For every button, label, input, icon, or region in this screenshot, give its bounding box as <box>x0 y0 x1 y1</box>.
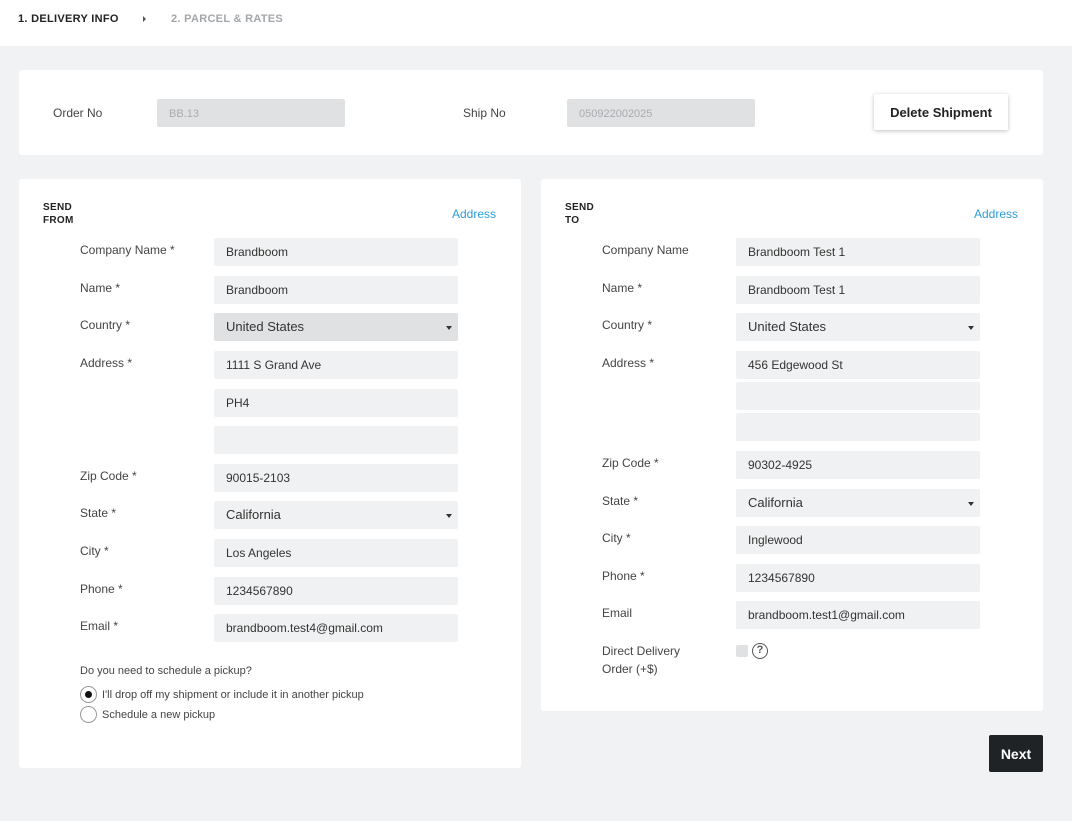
direct-delivery-label: Direct Delivery Order (+$) <box>602 642 680 678</box>
send-to-title: SEND TO <box>565 201 594 227</box>
send-from-title-line1: SEND <box>43 202 72 213</box>
help-icon[interactable]: ? <box>752 643 768 659</box>
from-city-label: City * <box>80 544 109 558</box>
chevron-down-icon <box>446 514 452 518</box>
to-state-label: State * <box>602 494 639 508</box>
from-address2-input[interactable] <box>214 389 458 417</box>
from-state-select[interactable]: California <box>214 501 458 529</box>
send-from-address-link[interactable]: Address <box>452 207 496 221</box>
to-name-label: Name * <box>602 281 643 295</box>
radio-selected-icon[interactable] <box>80 686 97 703</box>
ship-no-field: 050922002025 <box>567 99 755 127</box>
from-company-label: Company Name * <box>80 243 175 257</box>
order-card: Order No BB.13 Ship No 050922002025 Dele… <box>19 70 1043 155</box>
pickup-option-dropoff-label: I'll drop off my shipment or include it … <box>102 688 364 701</box>
to-address1-input[interactable] <box>736 351 980 379</box>
from-phone-input[interactable] <box>214 577 458 605</box>
from-company-input[interactable] <box>214 238 458 266</box>
from-zip-input[interactable] <box>214 464 458 492</box>
pickup-option-schedule[interactable]: Schedule a new pickup <box>80 706 215 723</box>
step-delivery-info[interactable]: 1. DELIVERY INFO <box>18 13 119 25</box>
pickup-option-dropoff[interactable]: I'll drop off my shipment or include it … <box>80 686 364 703</box>
chevron-down-icon <box>968 502 974 506</box>
order-no-label: Order No <box>53 106 103 120</box>
to-country-select[interactable]: United States <box>736 313 980 341</box>
to-address2-input[interactable] <box>736 382 980 410</box>
direct-delivery-label-line1: Direct Delivery <box>602 644 681 658</box>
to-company-input[interactable] <box>736 238 980 266</box>
from-name-input[interactable] <box>214 276 458 304</box>
step-bar: 1. DELIVERY INFO 2. PARCEL & RATES <box>0 0 1072 46</box>
from-state-value: California <box>226 507 281 522</box>
send-from-card: SEND FROM Address Company Name * Name * … <box>19 179 521 768</box>
to-zip-input[interactable] <box>736 451 980 479</box>
to-phone-label: Phone * <box>602 569 645 583</box>
from-country-value: United States <box>226 319 305 334</box>
to-address3-input[interactable] <box>736 413 980 441</box>
send-to-card: SEND TO Address Company Name Name * Coun… <box>541 179 1043 711</box>
to-city-label: City * <box>602 531 631 545</box>
radio-unselected-icon[interactable] <box>80 706 97 723</box>
send-to-title-line2: TO <box>565 215 580 226</box>
to-zip-label: Zip Code * <box>602 456 659 470</box>
from-address1-input[interactable] <box>214 351 458 379</box>
to-address-label: Address * <box>602 356 655 370</box>
to-state-select[interactable]: California <box>736 489 980 517</box>
from-phone-label: Phone * <box>80 582 123 596</box>
delete-shipment-button[interactable]: Delete Shipment <box>874 94 1008 130</box>
send-from-title: SEND FROM <box>43 201 74 227</box>
to-country-label: Country * <box>602 318 653 332</box>
send-to-title-line1: SEND <box>565 202 594 213</box>
to-email-input[interactable] <box>736 601 980 629</box>
chevron-down-icon <box>968 326 974 330</box>
from-country-select[interactable]: United States <box>214 313 458 341</box>
from-zip-label: Zip Code * <box>80 469 137 483</box>
to-city-input[interactable] <box>736 526 980 554</box>
direct-delivery-label-line2: Order (+$) <box>602 662 658 676</box>
from-email-label: Email * <box>80 619 119 633</box>
order-no-field: BB.13 <box>157 99 345 127</box>
send-from-title-line2: FROM <box>43 215 74 226</box>
to-name-input[interactable] <box>736 276 980 304</box>
chevron-down-icon <box>446 326 452 330</box>
send-to-address-link[interactable]: Address <box>974 207 1018 221</box>
step-parcel-rates[interactable]: 2. PARCEL & RATES <box>171 13 283 25</box>
from-address3-input[interactable] <box>214 426 458 454</box>
to-country-value: United States <box>748 319 827 334</box>
from-country-label: Country * <box>80 318 131 332</box>
pickup-option-schedule-label: Schedule a new pickup <box>102 708 216 721</box>
to-phone-input[interactable] <box>736 564 980 592</box>
direct-delivery-checkbox[interactable] <box>736 645 748 657</box>
step-separator-icon <box>143 16 146 22</box>
pickup-question: Do you need to schedule a pickup? <box>80 665 252 677</box>
next-button[interactable]: Next <box>989 735 1043 772</box>
ship-no-label: Ship No <box>463 106 506 120</box>
from-city-input[interactable] <box>214 539 458 567</box>
from-state-label: State * <box>80 506 117 520</box>
from-name-label: Name * <box>80 281 121 295</box>
from-email-input[interactable] <box>214 614 458 642</box>
to-company-label: Company Name <box>602 243 689 257</box>
from-address-label: Address * <box>80 356 133 370</box>
to-email-label: Email <box>602 606 633 620</box>
to-state-value: California <box>748 495 803 510</box>
